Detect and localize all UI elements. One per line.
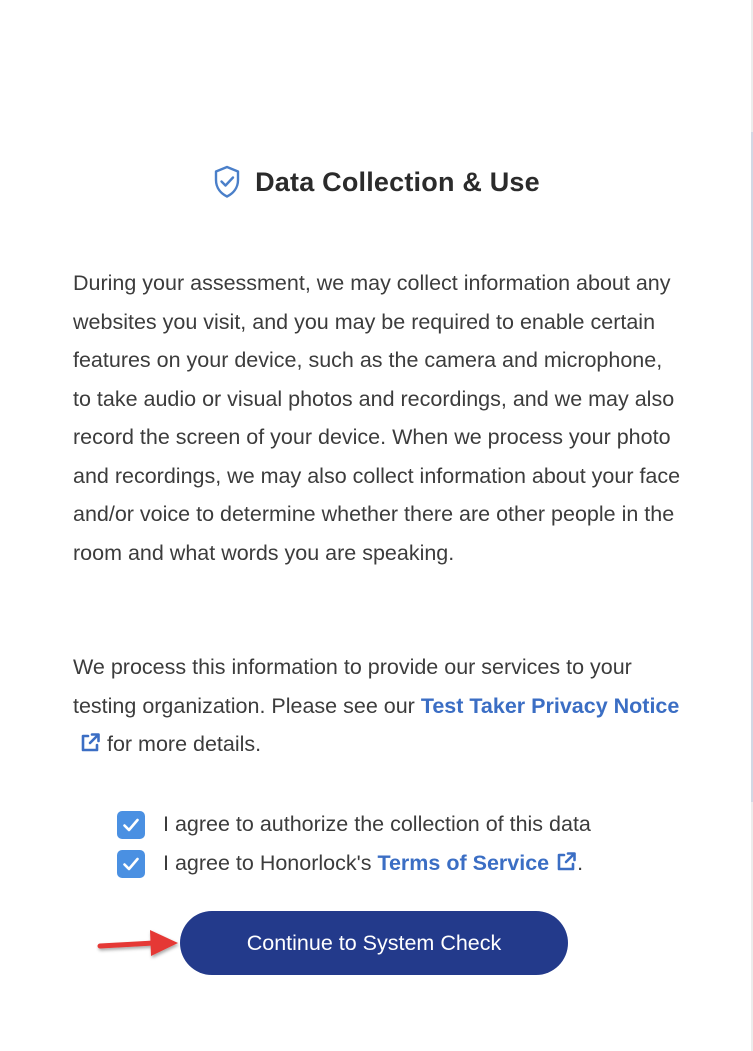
terms-of-service-link[interactable]: Terms of Service	[377, 851, 577, 875]
privacy-paragraph-suffix: for more details.	[101, 732, 262, 756]
data-collection-paragraph: During your assessment, we may collect i…	[73, 271, 681, 565]
page-header: Data Collection & Use	[0, 165, 753, 199]
data-collection-label[interactable]: I agree to authorize the collection of t…	[163, 812, 591, 837]
privacy-notice-link-label[interactable]: Test Taker Privacy Notice	[421, 694, 680, 718]
agreement-checkboxes: I agree to authorize the collection of t…	[117, 805, 591, 883]
page-title: Data Collection & Use	[255, 166, 540, 197]
external-link-icon[interactable]	[79, 728, 101, 752]
data-collection-checkbox[interactable]	[117, 810, 145, 839]
agreement-terms-row[interactable]: I agree to Honorlock's Terms of Service …	[117, 844, 591, 883]
shield-check-icon	[213, 165, 241, 199]
external-link-icon[interactable]	[555, 851, 577, 873]
terms-of-service-link-label[interactable]: Terms of Service	[377, 851, 549, 875]
checkmark-icon	[123, 857, 139, 870]
checkmark-icon	[123, 818, 139, 831]
terms-label-text[interactable]: I agree to Honorlock's	[163, 851, 377, 875]
terms-label-suffix: .	[577, 851, 584, 875]
continue-to-system-check-button[interactable]: Continue to System Check	[180, 911, 568, 975]
terms-label[interactable]: I agree to Honorlock's Terms of Service …	[163, 851, 583, 876]
red-arrow-annotation-icon	[97, 930, 178, 956]
terms-checkbox[interactable]	[117, 849, 145, 878]
agreement-data-collection-row[interactable]: I agree to authorize the collection of t…	[117, 805, 591, 844]
privacy-paragraph: We process this information to provide o…	[73, 648, 683, 764]
